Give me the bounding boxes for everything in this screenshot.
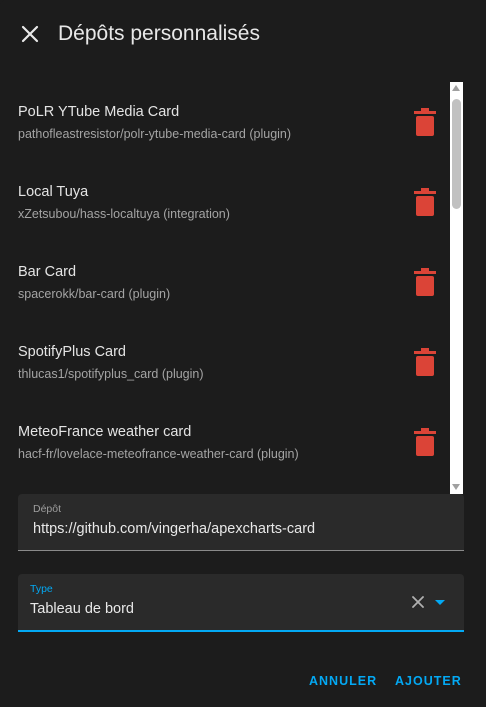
add-button[interactable]: AJOUTER bbox=[395, 674, 462, 698]
repository-name: SpotifyPlus Card bbox=[18, 344, 126, 360]
delete-button[interactable] bbox=[409, 266, 441, 298]
close-button[interactable] bbox=[14, 18, 46, 50]
scrollbar-thumb[interactable] bbox=[452, 99, 461, 209]
close-icon bbox=[21, 25, 39, 43]
list-item: Bar Card spacerokk/bar-card (plugin) bbox=[0, 242, 448, 322]
dropdown-arrow-icon bbox=[435, 599, 445, 605]
repository-name: Local Tuya bbox=[18, 184, 89, 200]
repository-path: xZetsubou/hass-localtuya (integration) bbox=[18, 207, 230, 221]
repository-name: Bar Card bbox=[18, 264, 77, 280]
trash-icon bbox=[414, 428, 436, 456]
custom-repositories-dialog: Dépôts personnalisés PoLR YTube Media Ca… bbox=[0, 0, 486, 707]
trash-icon bbox=[414, 108, 436, 136]
scroll-up-arrow-icon[interactable] bbox=[452, 85, 460, 91]
repository-name: PoLR YTube Media Card bbox=[18, 104, 180, 120]
type-dropdown-button[interactable] bbox=[430, 592, 450, 612]
dialog-header: Dépôts personnalisés bbox=[0, 0, 486, 68]
repository-path: thlucas1/spotifyplus_card (plugin) bbox=[18, 367, 204, 381]
dialog-title: Dépôts personnalisés bbox=[58, 22, 260, 45]
type-field-label: Type bbox=[30, 583, 53, 595]
repository-path: hacf-fr/lovelace-meteofrance-weather-car… bbox=[18, 447, 299, 461]
delete-button[interactable] bbox=[409, 346, 441, 378]
repository-path: pathofleastresistor/polr-ytube-media-car… bbox=[18, 127, 292, 141]
clear-type-button[interactable] bbox=[408, 592, 428, 612]
trash-icon bbox=[414, 348, 436, 376]
repository-name: MeteoFrance weather card bbox=[18, 424, 192, 440]
scroll-down-arrow-icon[interactable] bbox=[452, 484, 460, 490]
delete-button[interactable] bbox=[409, 186, 441, 218]
trash-icon bbox=[414, 268, 436, 296]
delete-button[interactable] bbox=[409, 106, 441, 138]
repository-list: PoLR YTube Media Card pathofleastresisto… bbox=[0, 82, 464, 494]
list-scrollbar[interactable] bbox=[450, 82, 463, 494]
repository-path: spacerokk/bar-card (plugin) bbox=[18, 287, 171, 301]
delete-button[interactable] bbox=[409, 426, 441, 458]
repository-url-field[interactable]: Dépôt https://github.com/vingerha/apexch… bbox=[18, 494, 464, 551]
list-item: MeteoFrance weather card hacf-fr/lovelac… bbox=[0, 402, 448, 482]
clear-icon bbox=[412, 596, 424, 608]
list-item: PoLR YTube Media Card pathofleastresisto… bbox=[0, 82, 448, 162]
list-item: SpotifyPlus Card thlucas1/spotifyplus_ca… bbox=[0, 322, 448, 402]
repository-url-input[interactable]: https://github.com/vingerha/apexcharts-c… bbox=[33, 521, 315, 537]
trash-icon bbox=[414, 188, 436, 216]
list-item: Local Tuya xZetsubou/hass-localtuya (int… bbox=[0, 162, 448, 242]
type-select-value[interactable]: Tableau de bord bbox=[30, 601, 134, 617]
repository-field-label: Dépôt bbox=[33, 503, 62, 515]
type-select-field[interactable]: Type Tableau de bord bbox=[18, 574, 464, 632]
cancel-button[interactable]: ANNULER bbox=[309, 674, 377, 698]
